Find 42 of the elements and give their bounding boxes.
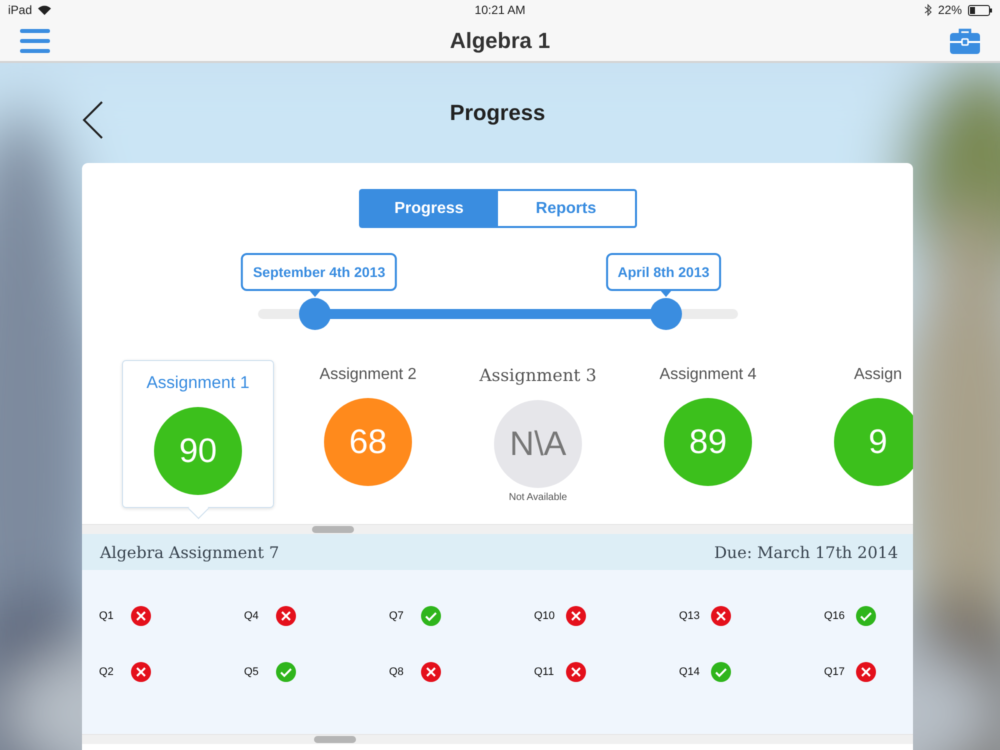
question-label: Q2 (99, 666, 115, 678)
battery-percent: 22% (938, 3, 962, 17)
question-label: Q11 (534, 666, 554, 678)
briefcase-icon[interactable] (950, 28, 980, 54)
nav-title: Algebra 1 (450, 28, 550, 54)
score-circle: 90 (154, 407, 242, 495)
back-icon[interactable] (82, 101, 104, 139)
assignment-title[interactable]: Assignment 3 (479, 366, 597, 386)
assignment-title[interactable]: Assignment 4 (660, 366, 756, 384)
assignment-name: Algebra Assignment 7 (100, 542, 280, 562)
score-note: Not Available (508, 492, 568, 503)
assignment-title[interactable]: Assignment 2 (320, 366, 416, 384)
score-circle: 89 (664, 398, 752, 486)
assignment-title[interactable]: Assign (854, 366, 902, 384)
slider-handle[interactable] (650, 298, 682, 330)
wifi-icon (38, 5, 52, 15)
question-label: Q5 (244, 666, 260, 678)
score-circle: 9 (834, 398, 913, 486)
score-circle: N\A (494, 400, 582, 488)
question-label: Q7 (389, 610, 405, 622)
question-label: Q4 (244, 610, 260, 622)
date-label: April 8th 2013 (606, 253, 722, 291)
question-label: Q17 (824, 666, 844, 678)
device-name: iPad (8, 3, 32, 17)
due-date: Due: March 17th 2014 (714, 542, 898, 562)
date-label: September 4th 2013 (240, 253, 398, 291)
bluetooth-icon (924, 4, 932, 16)
question-label: Q1 (99, 610, 115, 622)
question-label: Q8 (389, 666, 405, 678)
slider-handle[interactable] (299, 298, 332, 330)
question-label: Q16 (824, 610, 844, 622)
question-label: Q14 (679, 666, 699, 678)
status-time: 10:21 AM (474, 3, 526, 17)
assignment-title: Assignment 1 (146, 373, 250, 393)
scroll-thumb[interactable] (314, 736, 356, 743)
battery-icon (968, 4, 992, 16)
score-circle: 68 (324, 398, 412, 486)
page-title: Progress (450, 100, 546, 126)
scroll-thumb[interactable] (312, 526, 354, 533)
question-label: Q13 (679, 610, 699, 622)
menu-icon[interactable] (20, 28, 50, 52)
question-label: Q10 (534, 610, 554, 622)
